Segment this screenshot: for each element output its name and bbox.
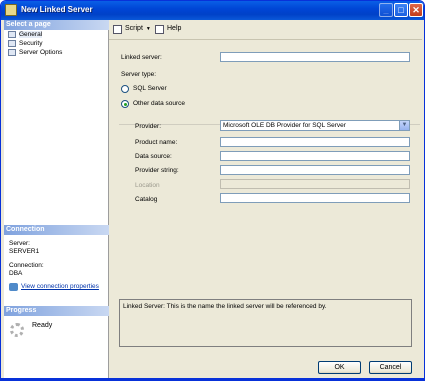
catalog-input[interactable] [220, 193, 410, 203]
close-button[interactable]: ✕ [409, 3, 423, 17]
linked-server-input[interactable] [220, 52, 410, 62]
select-page-header: Select a page [4, 20, 109, 30]
progress-status: Ready [32, 322, 53, 329]
provider-string-input[interactable] [220, 165, 410, 175]
data-source-input[interactable] [220, 151, 410, 161]
provider-string-label: Provider string: [135, 167, 179, 174]
sql-server-radio[interactable] [121, 85, 129, 93]
title-bar[interactable]: New Linked Server _ □ ✕ [1, 1, 424, 20]
dialog-window: New Linked Server _ □ ✕ Select a page Ge… [0, 0, 425, 381]
page-security-label: Security [19, 40, 43, 47]
product-name-input[interactable] [220, 137, 410, 147]
server-label: Server: [9, 240, 30, 247]
left-pane: Select a page General Security Server Op… [4, 20, 109, 378]
location-input [220, 179, 410, 189]
page-server-options[interactable]: Server Options [7, 48, 62, 57]
view-connection-properties-link[interactable]: View connection properties [9, 283, 99, 291]
ok-button[interactable]: OK [318, 361, 361, 374]
maximize-button[interactable]: □ [394, 3, 408, 17]
other-data-source-label[interactable]: Other data source [133, 99, 185, 108]
server-value: SERVER1 [9, 248, 40, 255]
toolbar: Script ▼ Help [109, 20, 422, 40]
description-panel: Linked Server: This is the name the link… [119, 299, 412, 347]
progress-spinner-icon [10, 323, 24, 337]
linked-server-label: Linked server: [121, 54, 162, 61]
server-type-label: Server type: [121, 71, 157, 78]
sql-server-label[interactable]: SQL Server [133, 84, 167, 93]
connection-header: Connection [4, 225, 109, 235]
help-label: Help [167, 25, 182, 32]
provider-select[interactable]: Microsoft OLE DB Provider for SQL Server… [220, 120, 410, 131]
chevron-down-icon[interactable]: ▼ [399, 121, 409, 130]
view-connection-label: View connection properties [21, 283, 99, 290]
provider-label: Provider: [135, 123, 162, 130]
connection-properties-icon [9, 283, 18, 291]
page-icon [8, 49, 16, 56]
minimize-button[interactable]: _ [379, 3, 393, 17]
progress-header: Progress [4, 306, 109, 316]
other-data-source-radio[interactable] [121, 100, 129, 108]
catalog-label: Catalog [135, 196, 158, 203]
connection-label: Connection: [9, 262, 44, 269]
provider-value: Microsoft OLE DB Provider for SQL Server [223, 122, 346, 129]
script-icon [113, 25, 122, 34]
page-general-label: General [19, 31, 43, 38]
help-icon [155, 25, 164, 34]
app-icon [5, 4, 17, 16]
location-label: Location [135, 182, 160, 189]
data-source-label: Data source: [135, 153, 172, 160]
cancel-button[interactable]: Cancel [369, 361, 412, 374]
page-general[interactable]: General [7, 30, 43, 39]
page-icon [8, 40, 16, 47]
connection-value: DBA [9, 270, 23, 277]
dropdown-arrow-icon: ▼ [145, 26, 151, 32]
script-label: Script [125, 25, 143, 32]
page-security[interactable]: Security [7, 39, 42, 48]
window-title: New Linked Server [21, 5, 93, 14]
page-icon [8, 31, 16, 38]
help-button[interactable]: Help [155, 25, 182, 34]
page-server-options-label: Server Options [19, 49, 63, 56]
product-name-label: Product name: [135, 139, 178, 146]
script-button[interactable]: Script ▼ [113, 25, 151, 34]
